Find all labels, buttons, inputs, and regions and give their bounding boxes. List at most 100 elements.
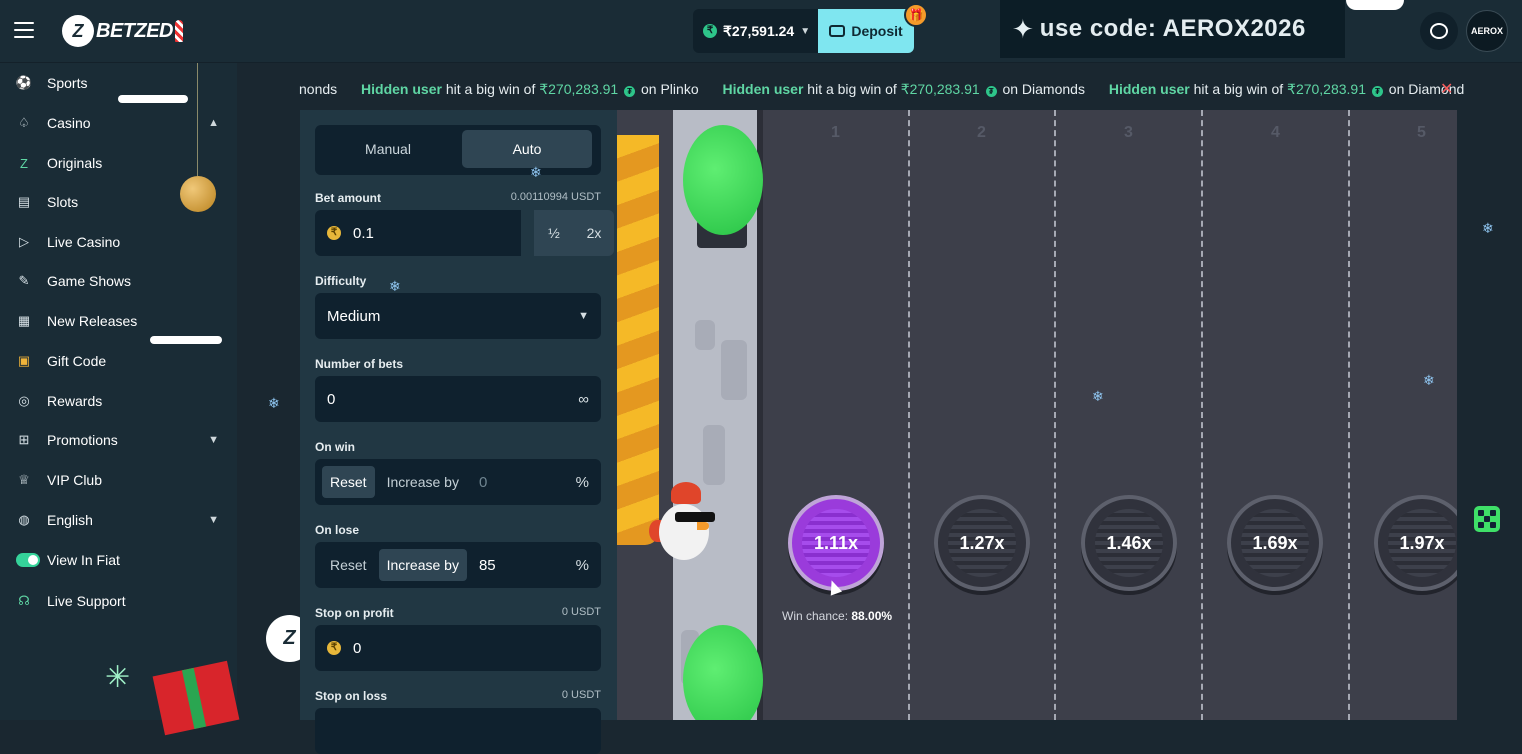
- percent-icon: %: [575, 556, 589, 574]
- sidebar-item-new-releases[interactable]: ▦ New Releases: [0, 302, 237, 340]
- usdt-coin-icon: ₮: [1371, 86, 1383, 97]
- tab-manual[interactable]: Manual: [323, 130, 453, 168]
- number-of-bets-label: Number of bets: [315, 357, 404, 371]
- chevron-down-icon: ▼: [208, 514, 219, 526]
- ticker-game-prefix: on: [641, 81, 657, 97]
- lane-number: 1: [831, 124, 840, 141]
- chevron-down-icon: ▼: [208, 434, 219, 446]
- logo[interactable]: Z BETZED: [62, 14, 183, 48]
- view-in-fiat-toggle[interactable]: [16, 553, 40, 567]
- sidebar-item-label: Originals: [47, 155, 103, 171]
- sidebar-item-game-shows[interactable]: ✎ Game Shows: [0, 262, 237, 300]
- difficulty-select[interactable]: Medium ▼: [315, 293, 601, 339]
- sidebar: ⚽ Sports ♤ Casino ▲ Z Originals ▤ Slots …: [0, 63, 240, 736]
- sidebar-item-originals[interactable]: Z Originals: [0, 144, 237, 182]
- ticker-text: hit a big win of: [1193, 81, 1284, 97]
- pavement-stone: [703, 425, 725, 485]
- manhole-multiplier[interactable]: 1.46x: [1081, 495, 1177, 591]
- chicken-beak: [697, 522, 709, 530]
- chevron-up-icon: ▲: [208, 117, 219, 129]
- pavement-stone: [721, 340, 747, 400]
- tree-icon: [683, 125, 763, 235]
- deposit-label: Deposit: [851, 23, 903, 39]
- stop-on-profit-usdt: 0 USDT: [561, 606, 601, 618]
- sidebar-item-slots[interactable]: ▤ Slots: [0, 183, 237, 221]
- on-win-reset-button[interactable]: Reset: [322, 466, 375, 498]
- difficulty-value: Medium: [327, 307, 381, 325]
- lane-divider: [1348, 110, 1350, 720]
- sidebar-item-rewards[interactable]: ◎ Rewards: [0, 382, 237, 420]
- sidebar-item-gift-code[interactable]: ▣ Gift Code: [0, 342, 237, 380]
- sidebar-item-view-in-fiat[interactable]: View In Fiat: [0, 541, 237, 579]
- sports-ball-icon: ⚽: [15, 75, 33, 90]
- crown-icon: ♕: [18, 472, 30, 487]
- sidebar-item-label: Slots: [47, 194, 79, 210]
- lane-divider: [908, 110, 910, 720]
- sidebar-item-english[interactable]: ◍ English ▼: [0, 501, 237, 539]
- bet-amount-group: ₹ 0.1 ½ 2x: [315, 210, 614, 256]
- sidebar-item-label: English: [47, 512, 93, 528]
- sidebar-item-casino[interactable]: ♤ Casino ▲: [0, 104, 237, 142]
- mode-tabs: Manual Auto: [315, 125, 601, 175]
- random-dice-button[interactable]: [1474, 506, 1500, 532]
- ticker-amount: ₹270,283.91: [1287, 81, 1367, 97]
- win-chance-label: Win chance:: [782, 609, 849, 623]
- chicken-character: [649, 482, 715, 566]
- snowflake-icon: ❄: [530, 164, 542, 180]
- sidebar-item-vip-club[interactable]: ♕ VIP Club: [0, 461, 237, 499]
- on-lose-group: Reset Increase by 85 %: [315, 542, 601, 588]
- on-lose-label: On lose: [315, 523, 360, 537]
- chevron-down-icon: ▼: [578, 310, 589, 322]
- lane-divider: [1054, 110, 1056, 720]
- ticker-game: Diamond: [1408, 81, 1465, 97]
- logo-mark-icon: Z: [62, 15, 94, 47]
- manhole-multiplier[interactable]: 1.11x: [788, 495, 884, 591]
- win-chance: Win chance: 88.00%: [782, 609, 892, 623]
- chat-button[interactable]: [1420, 12, 1458, 50]
- menu-icon[interactable]: [14, 22, 34, 38]
- ticker-game: Diamonds: [1021, 81, 1085, 97]
- half-button[interactable]: ½: [534, 210, 574, 256]
- sidebar-item-label: Casino: [47, 115, 91, 131]
- lane-number: 5: [1417, 124, 1426, 141]
- ticker-track: nonds Hidden user hit a big win of ₹270,…: [299, 81, 1464, 98]
- on-win-value-input[interactable]: 0: [479, 474, 487, 491]
- on-win-increase-button[interactable]: Increase by: [379, 466, 467, 498]
- snowflake-icon: ❄: [389, 278, 401, 294]
- headset-icon: ☊: [18, 593, 30, 608]
- bet-amount-input[interactable]: ₹ 0.1: [315, 210, 521, 256]
- gift-box-decoration: [152, 660, 240, 736]
- deposit-button[interactable]: Deposit: [818, 9, 914, 53]
- sidebar-item-label: Game Shows: [47, 273, 132, 289]
- balance-selector[interactable]: ₹ ₹27,591.24 ▼: [693, 9, 818, 53]
- casino-chip-icon: ♤: [18, 115, 30, 130]
- sidebar-item-label: VIP Club: [47, 472, 102, 488]
- ticker-fragment: nonds: [299, 81, 338, 97]
- avatar[interactable]: AEROX: [1466, 10, 1508, 52]
- on-lose-reset-button[interactable]: Reset: [322, 549, 375, 581]
- on-lose-increase-button[interactable]: Increase by: [378, 549, 467, 581]
- manhole-multiplier[interactable]: 1.27x: [934, 495, 1030, 591]
- manhole-multiplier[interactable]: 1.69x: [1227, 495, 1323, 591]
- sidebar-item-promotions[interactable]: ⊞ Promotions ▼: [0, 421, 237, 459]
- close-icon[interactable]: ✕: [1440, 79, 1453, 99]
- tab-auto[interactable]: Auto: [462, 130, 592, 168]
- infinity-icon[interactable]: ∞: [578, 391, 589, 408]
- win-ticker: nonds Hidden user hit a big win of ₹270,…: [238, 63, 1522, 111]
- sidebar-item-label: Rewards: [47, 393, 103, 409]
- on-lose-value-input[interactable]: 85: [479, 557, 496, 574]
- ticker-amount: ₹270,283.91: [539, 81, 619, 97]
- double-button[interactable]: 2x: [574, 210, 614, 256]
- gift-icon[interactable]: 🎁: [904, 3, 928, 27]
- manhole-multiplier[interactable]: 1.97x: [1374, 495, 1457, 591]
- ticker-text: hit a big win of: [807, 81, 897, 97]
- snow-decoration: [1346, 0, 1404, 10]
- promo-banner[interactable]: ✦ use code: AEROX2026: [1000, 0, 1345, 58]
- pavement-stone: [695, 320, 715, 350]
- number-of-bets-input[interactable]: 0 ∞: [315, 376, 601, 422]
- stop-on-loss-input[interactable]: [315, 708, 601, 754]
- sidebar-item-live-casino[interactable]: ▷ Live Casino: [0, 223, 237, 261]
- gift-icon: ▣: [17, 353, 31, 368]
- stop-on-profit-input[interactable]: ₹ 0: [315, 625, 601, 671]
- sidebar-item-live-support[interactable]: ☊ Live Support: [0, 582, 237, 620]
